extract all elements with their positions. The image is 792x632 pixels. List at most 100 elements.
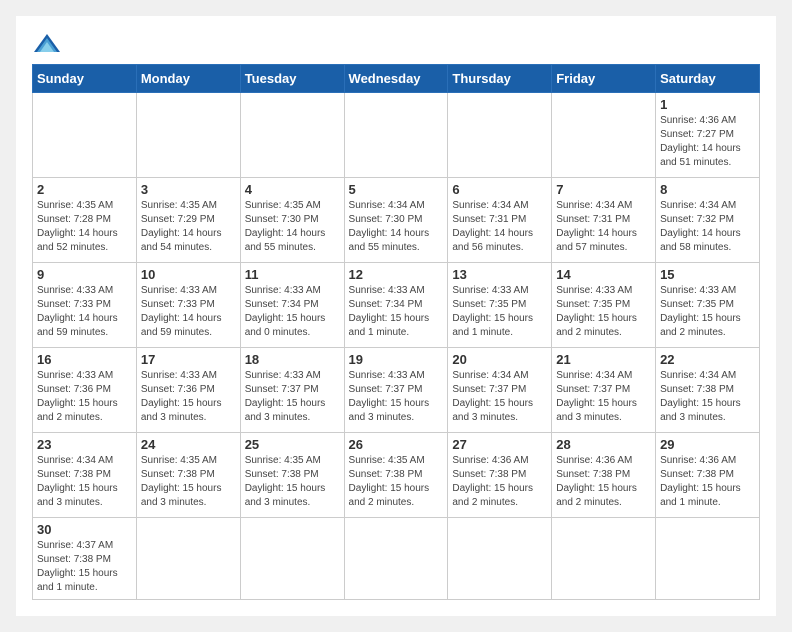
day-info: Sunrise: 4:35 AM Sunset: 7:29 PM Dayligh… — [141, 199, 236, 255]
day-number: 26 — [349, 437, 444, 452]
calendar-cell: 30Sunrise: 4:37 AM Sunset: 7:38 PM Dayli… — [33, 518, 137, 600]
calendar-cell: 7Sunrise: 4:34 AM Sunset: 7:31 PM Daylig… — [552, 178, 656, 263]
day-info: Sunrise: 4:33 AM Sunset: 7:36 PM Dayligh… — [141, 369, 236, 425]
calendar-cell — [240, 93, 344, 178]
calendar-cell: 12 Sunrise: 4:33 AM Sunset: 7:34 PM Dayli… — [344, 263, 448, 348]
day-info: Sunrise: 4:36 AM Sunset: 7:38 PM Dayligh… — [660, 454, 755, 510]
day-info: Sunrise: 4:34 AM Sunset: 7:32 PM Dayligh… — [660, 199, 755, 255]
day-number: 10 — [141, 267, 236, 282]
day-info: Sunrise: 4:33 AM Sunset: 7:35 PM Dayligh… — [660, 284, 755, 340]
calendar-cell: 8 Sunrise: 4:34 AM Sunset: 7:32 PM Daylig… — [656, 178, 760, 263]
day-number: 22 — [660, 352, 755, 367]
calendar-cell: 3 Sunrise: 4:35 AM Sunset: 7:29 PM Daylig… — [136, 178, 240, 263]
day-number: 19 — [349, 352, 444, 367]
day-number: 8 — [660, 182, 755, 197]
day-info: Sunrise: 4:33 AM Sunset: 7:34 PM Dayligh… — [245, 284, 340, 340]
calendar-table: SundayMondayTuesdayWednesdayThursdayFrid… — [32, 64, 760, 600]
day-number: 5 — [349, 182, 444, 197]
calendar-cell: 5 Sunrise: 4:34 AM Sunset: 7:30 PM Daylig… — [344, 178, 448, 263]
calendar-cell: 28Sunrise: 4:36 AM Sunset: 7:38 PM Dayli… — [552, 433, 656, 518]
day-info: Sunrise: 4:33 AM Sunset: 7:33 PM Dayligh… — [37, 284, 132, 340]
calendar-cell: 10 Sunrise: 4:33 AM Sunset: 7:33 PM Dayli… — [136, 263, 240, 348]
day-number: 3 — [141, 182, 236, 197]
day-number: 4 — [245, 182, 340, 197]
day-number: 24 — [141, 437, 236, 452]
day-info: Sunrise: 4:35 AM Sunset: 7:38 PM Dayligh… — [141, 454, 236, 510]
calendar-cell: 6 Sunrise: 4:34 AM Sunset: 7:31 PM Daylig… — [448, 178, 552, 263]
day-number: 13 — [452, 267, 547, 282]
calendar-cell: 9 Sunrise: 4:33 AM Sunset: 7:33 PM Daylig… — [33, 263, 137, 348]
calendar-cell — [448, 518, 552, 600]
day-info: Sunrise: 4:34 AM Sunset: 7:31 PM Dayligh… — [452, 199, 547, 255]
calendar-cell: 18Sunrise: 4:33 AM Sunset: 7:37 PM Dayli… — [240, 348, 344, 433]
weekday-header-friday: Friday — [552, 65, 656, 93]
day-number: 25 — [245, 437, 340, 452]
calendar-week-row: 2 Sunrise: 4:35 AM Sunset: 7:28 PM Daylig… — [33, 178, 760, 263]
day-number: 6 — [452, 182, 547, 197]
day-info: Sunrise: 4:33 AM Sunset: 7:35 PM Dayligh… — [452, 284, 547, 340]
day-info: Sunrise: 4:35 AM Sunset: 7:28 PM Dayligh… — [37, 199, 132, 255]
day-info: Sunrise: 4:33 AM Sunset: 7:37 PM Dayligh… — [245, 369, 340, 425]
calendar-week-row: 9 Sunrise: 4:33 AM Sunset: 7:33 PM Daylig… — [33, 263, 760, 348]
day-info: Sunrise: 4:33 AM Sunset: 7:34 PM Dayligh… — [349, 284, 444, 340]
calendar-cell: 15Sunrise: 4:33 AM Sunset: 7:35 PM Dayli… — [656, 263, 760, 348]
calendar-cell: 25Sunrise: 4:35 AM Sunset: 7:38 PM Dayli… — [240, 433, 344, 518]
calendar-cell: 22Sunrise: 4:34 AM Sunset: 7:38 PM Dayli… — [656, 348, 760, 433]
calendar-cell: 1 Sunrise: 4:36 AM Sunset: 7:27 PM Daylig… — [656, 93, 760, 178]
weekday-header-monday: Monday — [136, 65, 240, 93]
day-info: Sunrise: 4:34 AM Sunset: 7:38 PM Dayligh… — [37, 454, 132, 510]
calendar-week-row: 16Sunrise: 4:33 AM Sunset: 7:36 PM Dayli… — [33, 348, 760, 433]
weekday-header-wednesday: Wednesday — [344, 65, 448, 93]
day-number: 21 — [556, 352, 651, 367]
calendar-cell: 13 Sunrise: 4:33 AM Sunset: 7:35 PM Dayli… — [448, 263, 552, 348]
calendar-cell: 11Sunrise: 4:33 AM Sunset: 7:34 PM Dayli… — [240, 263, 344, 348]
day-info: Sunrise: 4:33 AM Sunset: 7:36 PM Dayligh… — [37, 369, 132, 425]
day-info: Sunrise: 4:36 AM Sunset: 7:27 PM Dayligh… — [660, 114, 755, 170]
calendar-page: SundayMondayTuesdayWednesdayThursdayFrid… — [16, 16, 776, 616]
day-info: Sunrise: 4:34 AM Sunset: 7:31 PM Dayligh… — [556, 199, 651, 255]
calendar-cell: 19 Sunrise: 4:33 AM Sunset: 7:37 PM Dayli… — [344, 348, 448, 433]
calendar-cell — [240, 518, 344, 600]
calendar-cell: 27Sunrise: 4:36 AM Sunset: 7:38 PM Dayli… — [448, 433, 552, 518]
day-info: Sunrise: 4:33 AM Sunset: 7:33 PM Dayligh… — [141, 284, 236, 340]
day-info: Sunrise: 4:33 AM Sunset: 7:37 PM Dayligh… — [349, 369, 444, 425]
day-info: Sunrise: 4:36 AM Sunset: 7:38 PM Dayligh… — [556, 454, 651, 510]
calendar-cell — [136, 518, 240, 600]
calendar-cell: 24 Sunrise: 4:35 AM Sunset: 7:38 PM Dayli… — [136, 433, 240, 518]
day-info: Sunrise: 4:34 AM Sunset: 7:30 PM Dayligh… — [349, 199, 444, 255]
day-info: Sunrise: 4:33 AM Sunset: 7:35 PM Dayligh… — [556, 284, 651, 340]
day-number: 1 — [660, 97, 755, 112]
weekday-header-tuesday: Tuesday — [240, 65, 344, 93]
day-number: 12 — [349, 267, 444, 282]
calendar-cell — [552, 93, 656, 178]
weekday-header-sunday: Sunday — [33, 65, 137, 93]
calendar-cell — [552, 518, 656, 600]
weekday-header-saturday: Saturday — [656, 65, 760, 93]
day-number: 20 — [452, 352, 547, 367]
calendar-cell: 17 Sunrise: 4:33 AM Sunset: 7:36 PM Dayli… — [136, 348, 240, 433]
weekday-header-row: SundayMondayTuesdayWednesdayThursdayFrid… — [33, 65, 760, 93]
day-number: 17 — [141, 352, 236, 367]
header — [32, 32, 760, 56]
calendar-cell: 23 Sunrise: 4:34 AM Sunset: 7:38 PM Dayli… — [33, 433, 137, 518]
day-number: 2 — [37, 182, 132, 197]
day-info: Sunrise: 4:34 AM Sunset: 7:37 PM Dayligh… — [452, 369, 547, 425]
day-info: Sunrise: 4:35 AM Sunset: 7:30 PM Dayligh… — [245, 199, 340, 255]
calendar-week-row: 23 Sunrise: 4:34 AM Sunset: 7:38 PM Dayli… — [33, 433, 760, 518]
day-info: Sunrise: 4:36 AM Sunset: 7:38 PM Dayligh… — [452, 454, 547, 510]
day-number: 9 — [37, 267, 132, 282]
day-info: Sunrise: 4:35 AM Sunset: 7:38 PM Dayligh… — [349, 454, 444, 510]
calendar-cell — [136, 93, 240, 178]
day-info: Sunrise: 4:37 AM Sunset: 7:38 PM Dayligh… — [37, 539, 132, 595]
calendar-cell: 2 Sunrise: 4:35 AM Sunset: 7:28 PM Daylig… — [33, 178, 137, 263]
logo-icon — [32, 32, 62, 56]
calendar-cell: 4 Sunrise: 4:35 AM Sunset: 7:30 PM Daylig… — [240, 178, 344, 263]
day-number: 29 — [660, 437, 755, 452]
calendar-cell — [448, 93, 552, 178]
calendar-cell — [33, 93, 137, 178]
day-number: 23 — [37, 437, 132, 452]
calendar-cell: 29 Sunrise: 4:36 AM Sunset: 7:38 PM Dayli… — [656, 433, 760, 518]
logo — [32, 32, 66, 56]
calendar-cell: 20 Sunrise: 4:34 AM Sunset: 7:37 PM Dayli… — [448, 348, 552, 433]
calendar-week-row: 1 Sunrise: 4:36 AM Sunset: 7:27 PM Daylig… — [33, 93, 760, 178]
